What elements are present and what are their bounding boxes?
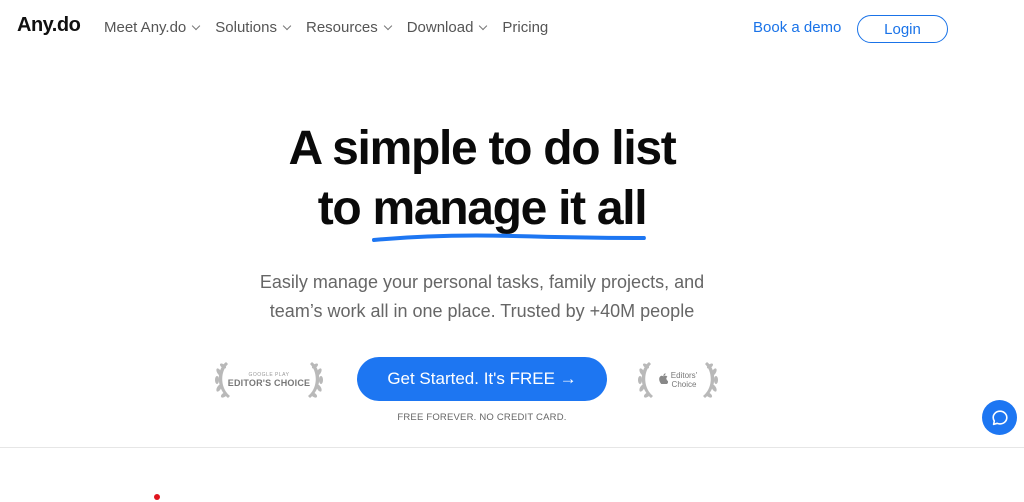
cta-note: FREE FOREVER. NO CREDIT CARD. — [397, 412, 567, 423]
hero-headline-line2: to manage it all — [0, 180, 964, 242]
chevron-down-icon — [479, 21, 488, 30]
chevron-down-icon — [282, 21, 292, 30]
apple-logo-icon — [658, 373, 669, 387]
underline-squiggle — [372, 233, 647, 242]
chat-bubble-icon — [991, 409, 1008, 425]
menu-item-meet-anydo[interactable]: Meet Any.do — [104, 19, 201, 36]
headline-prefix: to — [317, 182, 373, 235]
subtitle-line1: Easily manage your personal tasks, famil… — [259, 272, 705, 292]
menu-item-download[interactable]: Download — [406, 19, 488, 36]
logo[interactable]: Any.do — [17, 14, 81, 37]
menu-item-label: Meet Any.do — [104, 19, 187, 36]
menu-item-label: Resources — [306, 19, 378, 36]
menu-item-label: Pricing — [502, 19, 549, 36]
menu-item-label: Solutions — [215, 19, 277, 36]
apple-editors-choice-badge: Editors' Choice — [637, 358, 719, 402]
main-menu: Meet Any.do Solutions Resources Download… — [104, 19, 564, 36]
hero-subtitle: Easily manage your personal tasks, famil… — [0, 268, 964, 326]
headline-highlight-text: manage it all — [372, 182, 647, 235]
section-divider — [0, 447, 1024, 448]
get-started-button[interactable]: Get Started. It's FREE → — [357, 357, 607, 401]
menu-item-resources[interactable]: Resources — [306, 19, 392, 36]
google-badge-big: EDITOR'S CHOICE — [227, 378, 311, 388]
top-nav: Any.do Meet Any.do Solutions Resources D… — [0, 0, 1024, 58]
google-play-editors-choice-badge: GOOGLE PLAY EDITOR'S CHOICE — [212, 358, 326, 402]
apple-badge-line1: Editors' — [670, 371, 698, 380]
headline-highlight: manage it all — [372, 180, 648, 242]
subtitle-line2: team’s work all in one place. Trusted by… — [269, 301, 695, 321]
google-badge-text: GOOGLE PLAY EDITOR'S CHOICE — [228, 372, 310, 388]
apple-badge-label: Editors' Choice — [671, 371, 697, 389]
apple-badge-text: Editors' Choice — [658, 371, 697, 389]
chevron-down-icon — [192, 21, 201, 30]
menu-item-solutions[interactable]: Solutions — [215, 19, 292, 36]
menu-item-pricing[interactable]: Pricing — [502, 19, 548, 36]
apple-badge-line2: Choice — [671, 380, 697, 389]
red-dot-marker — [154, 494, 160, 500]
hero-headline-line1: A simple to do list — [288, 122, 677, 175]
book-demo-link[interactable]: Book a demo — [753, 19, 841, 36]
login-button[interactable]: Login — [857, 15, 948, 43]
menu-item-label: Download — [406, 19, 474, 36]
chevron-down-icon — [383, 21, 392, 30]
chat-button[interactable] — [982, 400, 1017, 435]
